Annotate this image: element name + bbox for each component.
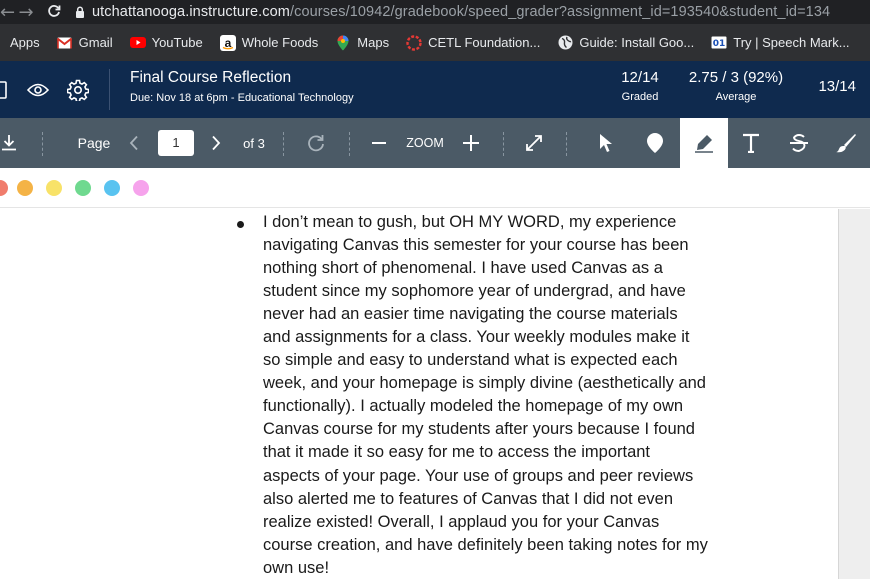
point-annotation-icon[interactable]	[642, 118, 668, 168]
url-path: /courses/10942/gradebook/speed_grader?as…	[289, 4, 831, 20]
toolbar-divider	[42, 132, 43, 156]
bookmark-label: Try | Speech Mark...	[733, 35, 850, 50]
header-divider	[109, 69, 110, 110]
zoom-label: ZOOM	[406, 136, 444, 150]
graded-stat: 12/14 Graded	[612, 69, 668, 103]
zoom-out-icon[interactable]	[368, 118, 390, 168]
color-swatch-green[interactable]	[75, 180, 91, 196]
maps-pin-icon	[335, 35, 351, 51]
page-number-input[interactable]: 1	[158, 130, 194, 156]
bullet-point	[237, 221, 244, 228]
back-arrow-icon[interactable]: ←	[0, 2, 15, 23]
gradebook-icon[interactable]	[0, 61, 10, 118]
paragraph-line: navigating Canvas this semester for your…	[263, 236, 689, 255]
youtube-icon	[129, 35, 146, 51]
reflection-paragraph: I don’t mean to gush, but OH MY WORD, my…	[263, 211, 743, 579]
bookmark-speechmark[interactable]: 01 Try | Speech Mark...	[711, 35, 850, 51]
paintbrush-icon[interactable]	[832, 118, 860, 168]
bookmark-label: YouTube	[151, 35, 203, 50]
pointer-icon[interactable]	[594, 118, 616, 168]
chevron-left-icon[interactable]	[124, 118, 144, 168]
bookmark-apps[interactable]: Apps	[10, 35, 40, 50]
bookmark-label: Whole Foods	[241, 35, 319, 50]
bookmark-maps[interactable]: Maps	[335, 35, 389, 51]
strikethrough-icon[interactable]	[786, 118, 812, 168]
student-position: 13/14	[818, 78, 856, 95]
toolbar-divider	[566, 132, 567, 156]
assignment-title[interactable]: Final Course Reflection	[130, 69, 291, 87]
download-icon[interactable]	[0, 118, 18, 168]
paragraph-line: aspects of your page. Your use of groups…	[263, 466, 694, 485]
amazon-icon: a	[219, 34, 236, 51]
paragraph-line: and assignments for a class. Your weekly…	[263, 328, 690, 347]
graded-value: 12/14	[621, 69, 659, 86]
toolbar-divider	[283, 132, 284, 156]
highlight-pen-icon[interactable]	[690, 118, 718, 168]
page-label: Page	[77, 135, 111, 151]
text-tool-icon[interactable]	[738, 118, 764, 168]
reload-icon[interactable]	[40, 2, 68, 23]
annotation-toolbar: Page 1 of 3 ZOOM	[0, 118, 870, 168]
zoom-in-icon[interactable]	[460, 118, 482, 168]
paragraph-line: week, and your homepage is simply divine…	[263, 374, 706, 393]
bookmark-label: CETL Foundation...	[428, 35, 541, 50]
average-value: 2.75 / 3 (92%)	[688, 69, 784, 86]
gear-icon[interactable]	[65, 61, 91, 118]
paragraph-line: I don’t mean to gush, but OH MY WORD, my…	[263, 213, 677, 231]
paragraph-line: realize existed! Overall, I applaud you …	[263, 512, 660, 531]
bookmark-gmail[interactable]: Gmail	[57, 35, 113, 51]
document-viewer[interactable]: I don’t mean to gush, but OH MY WORD, my…	[0, 209, 838, 579]
svg-text:01: 01	[713, 39, 726, 49]
eye-icon[interactable]	[26, 61, 50, 118]
bookmark-label: Apps	[10, 35, 40, 50]
assignment-due: Due: Nov 18 at 6pm - Educational Technol…	[130, 92, 354, 104]
browser-address-bar: ← → utchattanooga.instructure.com/course…	[0, 0, 870, 24]
paragraph-line: student since my sophomore year of under…	[263, 282, 686, 301]
color-swatch-blue[interactable]	[104, 180, 120, 196]
bookmark-cetl[interactable]: CETL Foundation...	[406, 34, 541, 51]
graded-label: Graded	[621, 91, 659, 103]
document-scrollbar[interactable]	[838, 209, 870, 579]
toolbar-divider	[349, 132, 350, 156]
average-label: Average	[715, 91, 757, 103]
lock-icon[interactable]	[68, 6, 92, 18]
bookmark-guide[interactable]: Guide: Install Goo...	[557, 35, 694, 51]
speedgrader-header: Final Course Reflection Due: Nov 18 at 6…	[0, 61, 870, 118]
paragraph-line: Canvas course for my students after your…	[263, 420, 695, 439]
annotation-color-palette	[0, 168, 870, 208]
bookmark-label: Gmail	[78, 35, 113, 50]
paragraph-line: so simple and easy to understand what is…	[263, 351, 678, 370]
color-swatch-pink[interactable]	[133, 180, 149, 196]
bookmarks-bar: Apps Gmail YouTube a Whole Foods Maps CE…	[0, 24, 870, 61]
red-ring-icon	[406, 34, 422, 51]
url-field[interactable]: utchattanooga.instructure.com/courses/10…	[92, 4, 830, 20]
average-stat: 2.75 / 3 (92%) Average	[680, 69, 792, 103]
bookmark-label: Guide: Install Goo...	[579, 35, 695, 50]
paragraph-line: own use!	[263, 558, 330, 577]
bookmark-youtube[interactable]: YouTube	[129, 35, 203, 51]
bookmark-whole-foods[interactable]: a Whole Foods	[219, 34, 319, 51]
paragraph-line: also alerted me to features of Canvas th…	[263, 489, 673, 508]
gmail-icon	[57, 35, 73, 51]
paragraph-line: functionally). I actually modeled the ho…	[263, 397, 684, 416]
forward-arrow-icon[interactable]: →	[12, 2, 40, 23]
bookmark-label: Maps	[357, 35, 390, 50]
rotate-icon[interactable]	[302, 118, 330, 168]
paragraph-line: that it made it so easy for me to access…	[263, 443, 651, 462]
url-host: utchattanooga.instructure.com	[92, 4, 290, 20]
speech-icon: 01	[711, 35, 727, 51]
toolbar-divider	[503, 132, 504, 156]
fullscreen-icon[interactable]	[522, 118, 546, 168]
paragraph-line: never had an easier time navigating the …	[263, 305, 678, 324]
paragraph-line: course creation, and have definitely bee…	[263, 535, 708, 554]
color-swatch-orange[interactable]	[17, 180, 33, 196]
chevron-right-icon[interactable]	[206, 118, 226, 168]
paragraph-line: nothing short of phenomenal. I have used…	[263, 259, 663, 278]
globe-icon	[557, 35, 573, 51]
color-swatch-yellow[interactable]	[46, 180, 62, 196]
page-count: of 3	[243, 135, 265, 151]
